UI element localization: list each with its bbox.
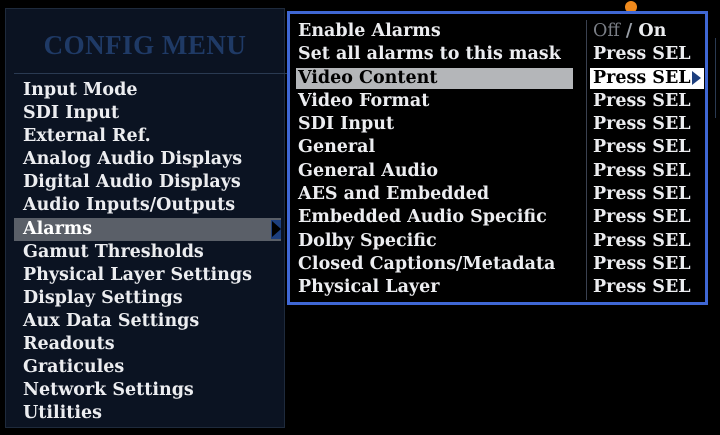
press-sel-value: Press SEL: [593, 137, 691, 158]
menu-item-display-settings[interactable]: Display Settings: [14, 287, 291, 310]
submenu-item-label: Video Content: [298, 67, 438, 88]
menu-item-physical-layer-settings[interactable]: Physical Layer Settings: [14, 264, 291, 287]
toggle-off-option: Off: [593, 21, 620, 41]
press-sel-value: Press SEL: [593, 44, 691, 65]
menu-item-readouts[interactable]: Readouts: [14, 333, 291, 356]
submenu-item-label: SDI Input: [298, 114, 395, 135]
submenu-item-general-audio[interactable]: General Audio Press SEL: [296, 160, 704, 183]
menu-item-audio-inputs-outputs[interactable]: Audio Inputs/Outputs: [14, 194, 291, 217]
toggle-separator: /: [625, 21, 633, 41]
menu-item-aux-data-settings[interactable]: Aux Data Settings: [14, 310, 291, 333]
menu-divider: [14, 73, 291, 74]
submenu-item-label: General Audio: [298, 160, 439, 181]
menu-title: CONFIG MENU: [43, 30, 247, 60]
menu-item-alarms[interactable]: Alarms: [14, 217, 281, 241]
menu-item-analog-audio-displays[interactable]: Analog Audio Displays: [14, 148, 291, 171]
submenu-item-label: AES and Embedded: [298, 184, 490, 205]
menu-item-input-mode[interactable]: Input Mode: [14, 79, 291, 102]
config-menu-panel: CONFIG MENU Input Mode SDI Input Externa…: [5, 8, 291, 428]
submenu-item-label: Embedded Audio Specific: [298, 207, 547, 228]
press-sel-value: Press SEL: [593, 67, 691, 88]
menu-item-gamut-thresholds[interactable]: Gamut Thresholds: [14, 241, 291, 264]
submenu-item-enable-alarms[interactable]: Enable Alarms Off / On: [296, 20, 704, 43]
submenu-arrow-icon: [692, 70, 701, 85]
submenu-item-aes-and-embedded[interactable]: AES and Embedded Press SEL: [296, 183, 704, 206]
submenu-item-label: Enable Alarms: [298, 21, 441, 41]
submenu-item-label: Physical Layer: [298, 277, 440, 298]
submenu-item-general[interactable]: General Press SEL: [296, 136, 704, 159]
enable-alarms-toggle[interactable]: Off / On: [593, 20, 666, 43]
press-sel-value: Press SEL: [593, 253, 691, 274]
submenu-item-set-all-alarms[interactable]: Set all alarms to this mask Press SEL: [296, 43, 704, 66]
menu-item-external-ref[interactable]: External Ref.: [14, 125, 291, 148]
menu-item-graticules[interactable]: Graticules: [14, 356, 291, 379]
menu-item-label: Alarms: [23, 218, 93, 239]
alarms-submenu-panel: Enable Alarms Off / On Set all alarms to…: [287, 11, 708, 305]
press-sel-value: Press SEL: [593, 207, 691, 228]
menu-list: Input Mode SDI Input External Ref. Analo…: [14, 79, 291, 425]
submenu-item-label: Set all alarms to this mask: [298, 44, 561, 65]
submenu-arrow-icon: [271, 219, 281, 239]
submenu-item-dolby-specific[interactable]: Dolby Specific Press SEL: [296, 230, 704, 253]
submenu-item-video-content[interactable]: Video Content Press SEL: [296, 67, 704, 90]
press-sel-value: Press SEL: [593, 90, 691, 111]
menu-item-network-settings[interactable]: Network Settings: [14, 379, 291, 402]
submenu-item-physical-layer[interactable]: Physical Layer Press SEL: [296, 276, 704, 299]
submenu-item-video-format[interactable]: Video Format Press SEL: [296, 90, 704, 113]
submenu-item-label: Closed Captions/Metadata: [298, 253, 556, 274]
adjacent-panel-edge: [715, 38, 719, 118]
submenu-item-label: Dolby Specific: [298, 230, 437, 251]
press-sel-value: Press SEL: [593, 114, 691, 135]
toggle-on-option: On: [638, 21, 667, 41]
press-sel-value: Press SEL: [593, 230, 691, 251]
press-sel-value: Press SEL: [593, 160, 691, 181]
submenu-item-label: General: [298, 137, 376, 158]
submenu-item-label: Video Format: [298, 90, 430, 111]
submenu-item-sdi-input[interactable]: SDI Input Press SEL: [296, 113, 704, 136]
press-sel-value: Press SEL: [593, 184, 691, 205]
menu-item-sdi-input[interactable]: SDI Input: [14, 102, 291, 125]
submenu-item-embedded-audio-specific[interactable]: Embedded Audio Specific Press SEL: [296, 206, 704, 229]
submenu-item-closed-captions-metadata[interactable]: Closed Captions/Metadata Press SEL: [296, 253, 704, 276]
press-sel-value: Press SEL: [593, 277, 691, 298]
submenu-list: Enable Alarms Off / On Set all alarms to…: [296, 20, 704, 300]
menu-item-utilities[interactable]: Utilities: [14, 402, 291, 425]
menu-item-digital-audio-displays[interactable]: Digital Audio Displays: [14, 171, 291, 194]
